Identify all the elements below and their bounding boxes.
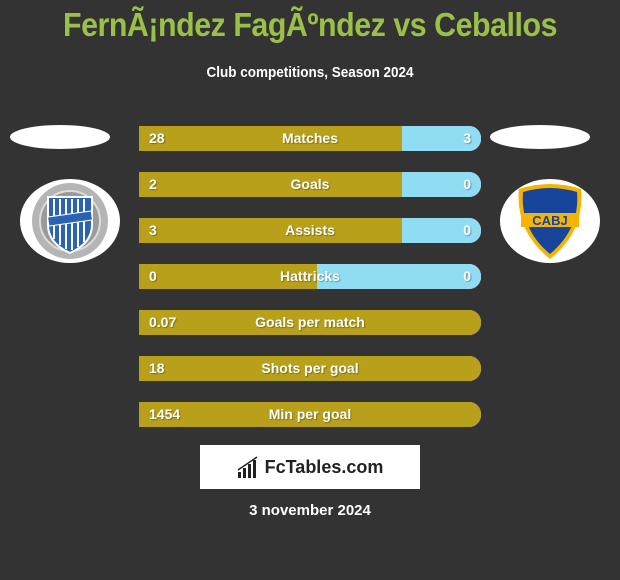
- godoy-cruz-badge-icon: [32, 183, 108, 259]
- left-value: 28: [149, 130, 165, 146]
- left-value: 2: [149, 176, 157, 192]
- right-value: 0: [463, 176, 471, 192]
- page-title: FernÃ¡ndez FagÃºndez vs Ceballos: [62, 6, 558, 43]
- right-team-logo: CABJ: [500, 179, 600, 263]
- match-date: 3 november 2024: [249, 502, 371, 519]
- svg-text:CABJ: CABJ: [532, 213, 567, 228]
- right-value: 0: [463, 268, 471, 284]
- bar-chart-icon: [237, 456, 258, 478]
- stat-row-assists: Assists 3 0: [139, 218, 481, 243]
- fctables-brand[interactable]: FcTables.com: [200, 445, 420, 489]
- stat-row-shots-per-goal: Shots per goal 18: [139, 356, 481, 381]
- stat-row-matches: Matches 28 3: [139, 126, 481, 151]
- stat-row-hattricks: Hattricks 0 0: [139, 264, 481, 289]
- stat-label: Matches: [281, 130, 339, 146]
- left-team-logo: [20, 179, 120, 263]
- left-value: 0: [149, 268, 157, 284]
- stat-label: Goals per match: [255, 314, 365, 330]
- stat-label: Shots per goal: [261, 360, 359, 376]
- left-value: 18: [149, 360, 165, 376]
- left-value: 0.07: [149, 314, 177, 330]
- right-value: 0: [463, 222, 471, 238]
- stat-row-goals: Goals 2 0: [139, 172, 481, 197]
- brand-name: FcTables.com: [264, 456, 384, 477]
- stat-label: Assists: [285, 222, 335, 238]
- stat-label: Min per goal: [268, 406, 352, 422]
- stat-label: Goals: [290, 176, 330, 192]
- left-player-oval: [10, 125, 110, 149]
- right-value: 3: [463, 130, 471, 146]
- subtitle: Club competitions, Season 2024: [206, 64, 414, 81]
- right-player-oval: [490, 125, 590, 149]
- stat-label: Hattricks: [280, 268, 340, 284]
- stat-row-goals-per-match: Goals per match 0.07: [139, 310, 481, 335]
- stat-row-min-per-goal: Min per goal 1454: [139, 402, 481, 427]
- left-value: 3: [149, 222, 157, 238]
- left-value: 1454: [149, 406, 181, 422]
- boca-juniors-badge-icon: CABJ: [518, 184, 582, 259]
